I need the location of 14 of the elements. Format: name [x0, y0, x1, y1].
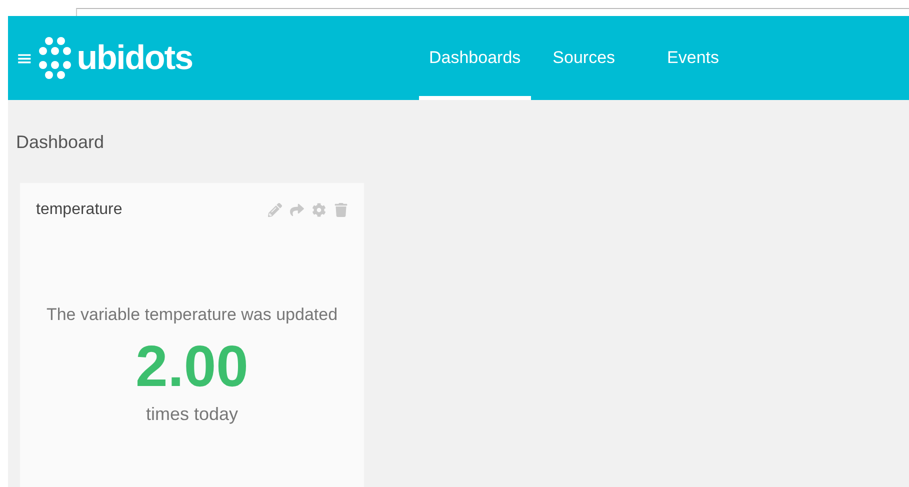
logo-dots-icon — [38, 35, 71, 81]
delete-icon[interactable] — [334, 203, 348, 217]
nav-tab[interactable]: Events — [637, 16, 750, 100]
page-title: Dashboard — [16, 132, 106, 153]
nav-tab[interactable]: Sources — [530, 16, 638, 100]
widget-message: The variable temperature was updated — [45, 305, 339, 325]
logo-text: ubidots — [76, 38, 193, 78]
menu-icon[interactable]: ≡ — [16, 46, 33, 70]
widget-value: 2.00 — [134, 333, 250, 400]
widget-caption: times today — [144, 404, 240, 425]
share-icon[interactable] — [290, 203, 304, 217]
settings-icon[interactable] — [312, 203, 326, 217]
widget-title: temperature — [36, 201, 122, 219]
edit-icon[interactable] — [268, 203, 282, 217]
